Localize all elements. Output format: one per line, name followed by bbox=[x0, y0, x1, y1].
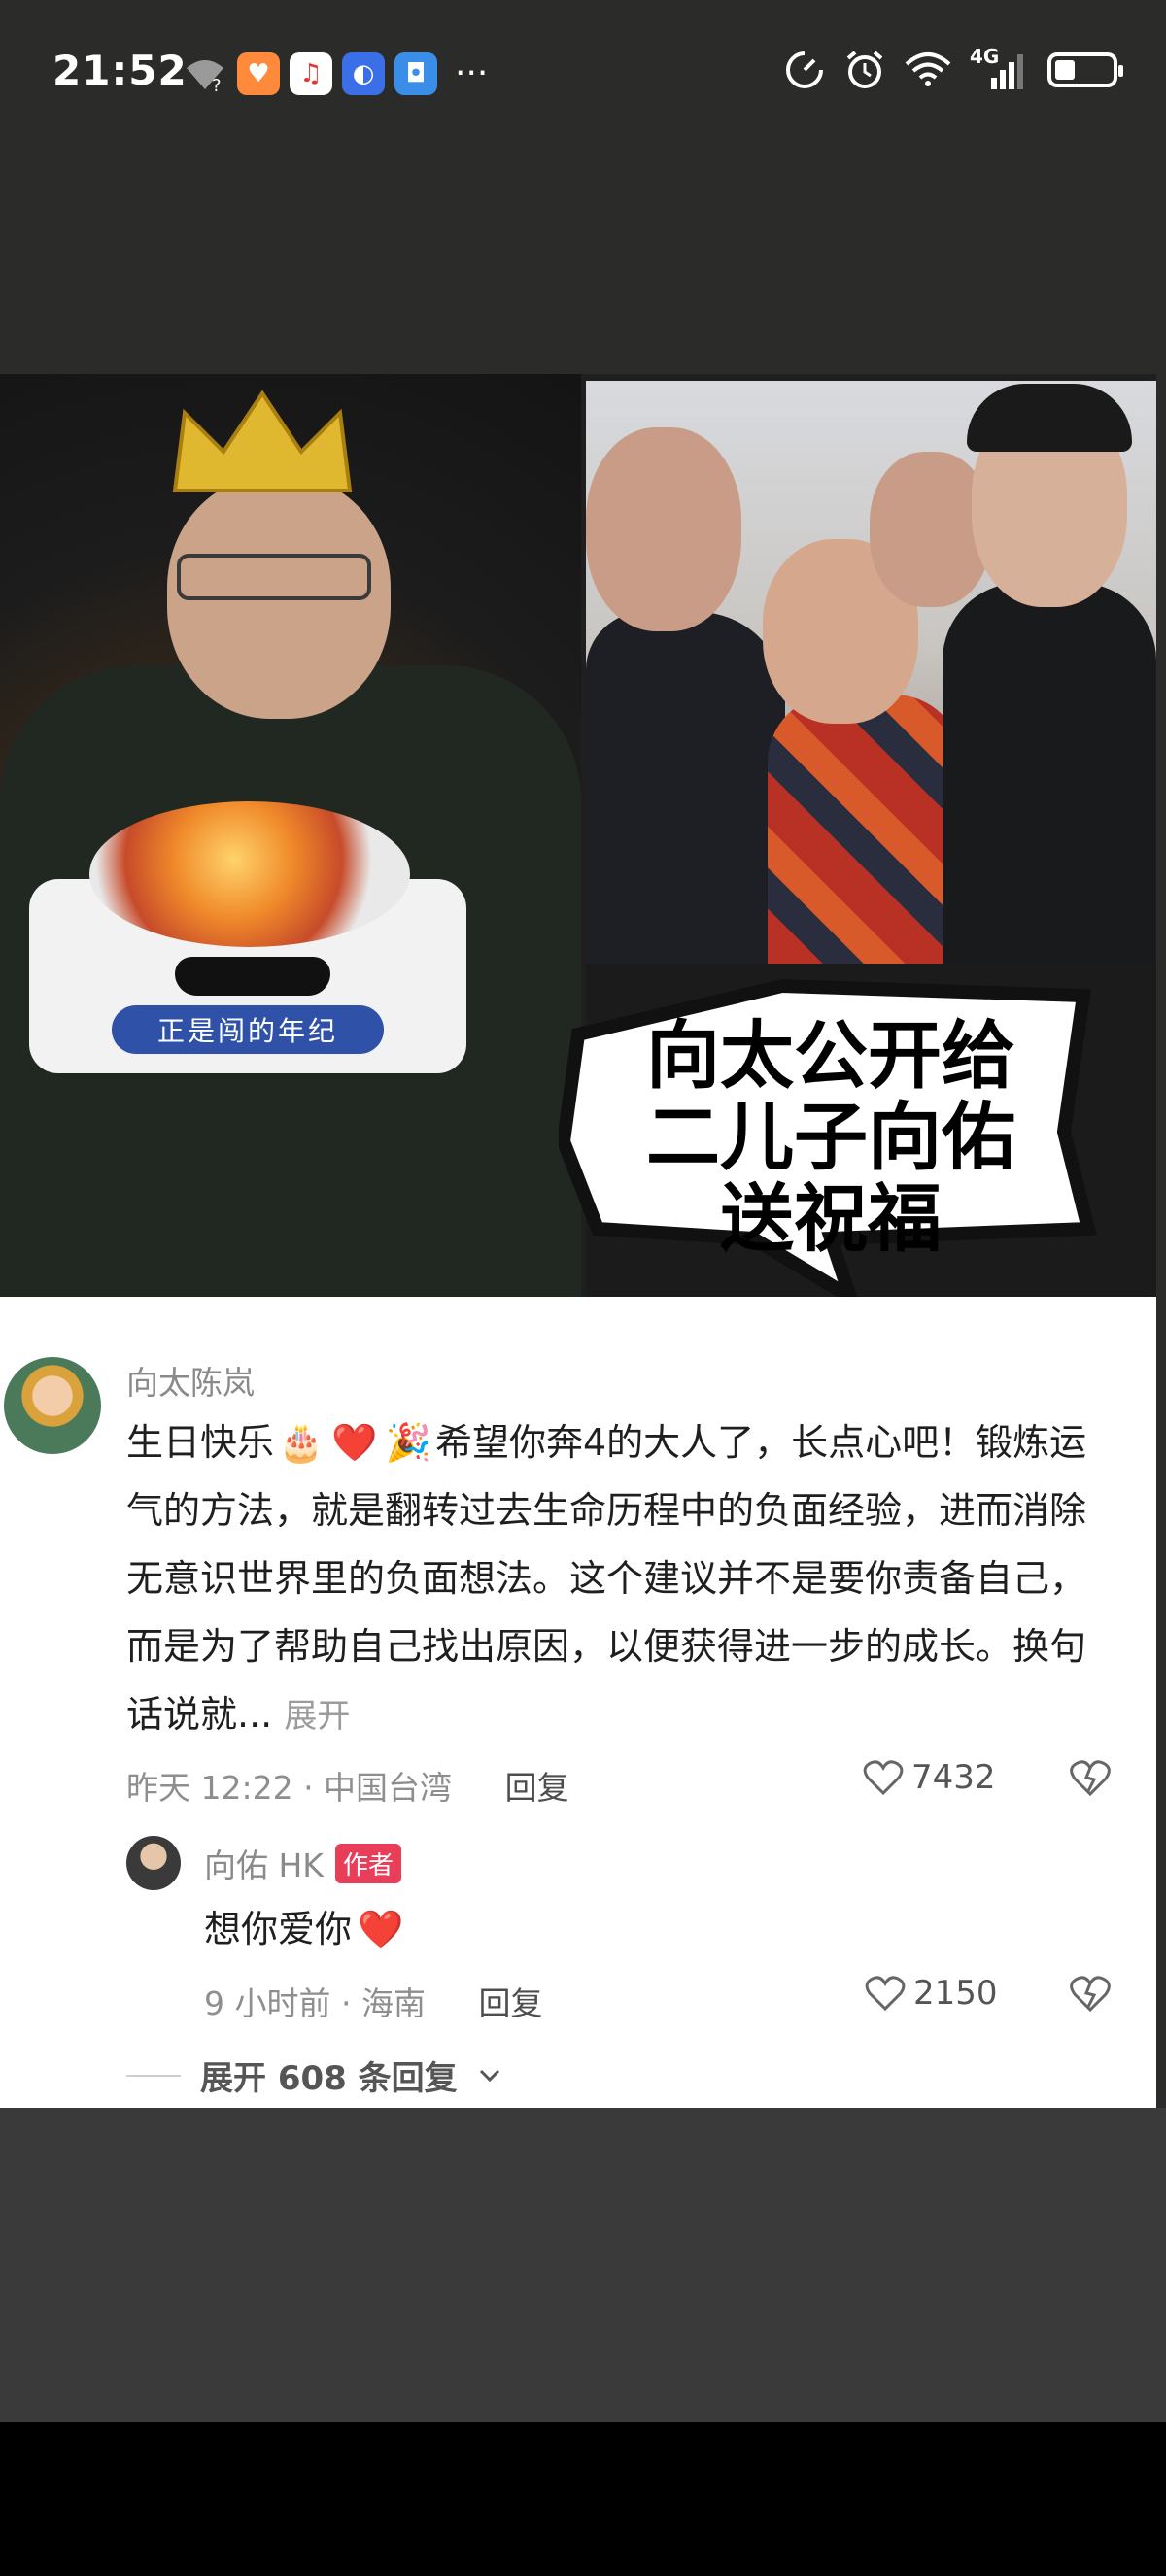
broken-heart-icon bbox=[1070, 1976, 1111, 2013]
heart-app-icon: ♥ bbox=[237, 52, 280, 95]
dislike-button[interactable] bbox=[1069, 1758, 1112, 1801]
navigation-bar bbox=[0, 2422, 1166, 2576]
speed-icon bbox=[786, 51, 823, 88]
cake-banner: 正是闯的年纪 bbox=[112, 1005, 384, 1054]
reply-avatar[interactable] bbox=[126, 1836, 181, 1890]
comment-meta: 昨天 12:22 · 中国台湾 回复 bbox=[126, 1762, 569, 1809]
status-bar: 21:52 ? ♥ ♫ ◐ ◘ ··· 4G bbox=[0, 0, 1166, 146]
cake-emoji-icon: 🎂 bbox=[278, 1421, 325, 1464]
birthday-photo: 正是闯的年纪 bbox=[0, 374, 581, 1297]
party-emoji-icon: 🎉 bbox=[385, 1421, 431, 1464]
notification-icons: ? ♥ ♫ ◐ ◘ ··· bbox=[183, 51, 488, 97]
comment-author[interactable]: 向太陈岚 bbox=[126, 1357, 255, 1404]
image-caption: 向太公开给 二儿子向佑 送祝福 bbox=[602, 1015, 1059, 1260]
reply-like-count: 2150 bbox=[913, 1974, 998, 2013]
reply-like-button[interactable]: 2150 bbox=[865, 1974, 998, 2013]
shield-app-icon: ◘ bbox=[394, 52, 437, 95]
signal-icon: 4G bbox=[970, 45, 1030, 91]
caption-line-1: 向太公开给 bbox=[646, 1012, 1015, 1099]
reply-meta: 9 小时前 · 海南 回复 bbox=[204, 1978, 542, 2024]
heart-outline-icon bbox=[865, 1976, 906, 2012]
alarm-icon bbox=[846, 51, 883, 88]
reply-to-reply-button[interactable]: 回复 bbox=[478, 1984, 542, 2022]
reply-button[interactable]: 回复 bbox=[505, 1769, 569, 1807]
more-notifications-icon: ··· bbox=[455, 53, 489, 93]
author-badge: 作者 bbox=[334, 1843, 401, 1883]
like-count: 7432 bbox=[911, 1758, 996, 1797]
avatar[interactable] bbox=[4, 1357, 101, 1454]
reply-timestamp: 9 小时前 · 海南 bbox=[204, 1984, 426, 2022]
background-area bbox=[0, 2108, 1166, 2422]
heart-outline-icon bbox=[863, 1760, 904, 1796]
comment-text-body: 希望你奔4的大人了，长点心吧！锻炼运气的方法，就是翻转过去生命历程中的负面经验，… bbox=[126, 1421, 1087, 1736]
reply-dislike-button[interactable] bbox=[1069, 1974, 1112, 2017]
compass-app-icon: ◐ bbox=[342, 52, 385, 95]
system-icons: 4G bbox=[783, 45, 1123, 91]
chevron-down-icon bbox=[479, 2069, 499, 2082]
wifi-icon bbox=[905, 52, 951, 86]
status-time: 21:52 bbox=[52, 47, 188, 94]
music-app-icon: ♫ bbox=[290, 52, 332, 95]
reply-text-content: 想你爱你 bbox=[204, 1908, 353, 1950]
comment-text: 生日快乐 🎂 ❤️ 🎉 希望你奔4的大人了，长点心吧！锻炼运气的方法，就是翻转过去生命历… bbox=[126, 1408, 1117, 1750]
reply-author-row: 向佑 HK 作者 bbox=[204, 1840, 401, 1886]
reply-text: 想你爱你 ❤️ bbox=[204, 1899, 403, 1952]
heart-emoji-icon: ❤️ bbox=[331, 1421, 378, 1464]
crown-icon bbox=[172, 390, 353, 492]
comment-text-prefix: 生日快乐 bbox=[126, 1421, 275, 1464]
reply-author[interactable]: 向佑 HK bbox=[204, 1840, 324, 1886]
broken-heart-icon bbox=[1070, 1760, 1111, 1797]
expand-replies-label: 展开 608 条回复 bbox=[200, 2059, 458, 2098]
wifi-question-icon: ? bbox=[187, 60, 223, 93]
like-button[interactable]: 7432 bbox=[863, 1758, 996, 1797]
expand-replies-button[interactable]: 展开 608 条回复 bbox=[126, 2051, 502, 2099]
post-image[interactable]: 正是闯的年纪 向太公开给 二儿子向佑 送祝福 bbox=[0, 374, 1156, 1297]
battery-icon bbox=[1047, 52, 1123, 87]
caption-line-2: 二儿子向佑 bbox=[646, 1094, 1015, 1180]
divider bbox=[126, 2074, 181, 2077]
expand-comment-link[interactable]: 展开 bbox=[284, 1697, 350, 1736]
comment-timestamp: 昨天 12:22 · 中国台湾 bbox=[126, 1769, 453, 1807]
heart-emoji-icon: ❤️ bbox=[358, 1908, 404, 1950]
caption-line-3: 送祝福 bbox=[720, 1175, 942, 1262]
svg-text:?: ? bbox=[212, 76, 222, 93]
